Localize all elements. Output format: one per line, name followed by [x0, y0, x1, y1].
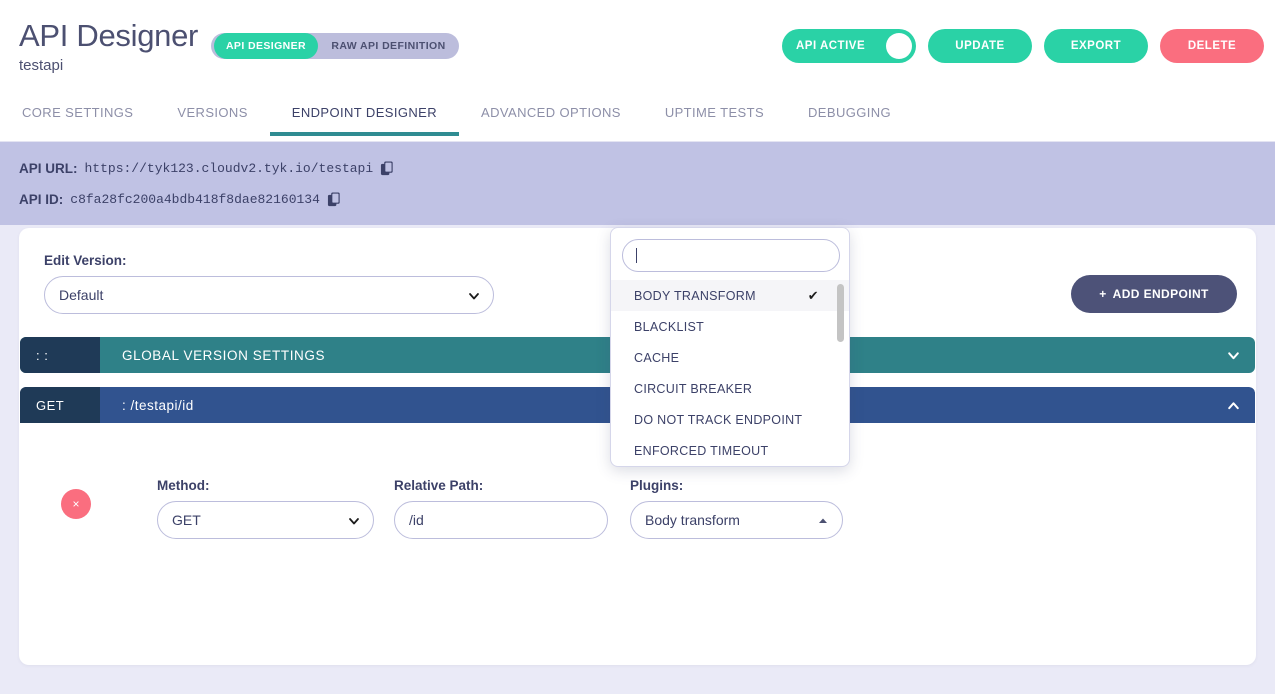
- delete-endpoint-button[interactable]: ×: [61, 489, 91, 519]
- drag-handle-icon[interactable]: : :: [20, 337, 100, 373]
- toggle-knob-icon: [886, 33, 912, 59]
- api-id-value: c8fa28fc200a4bdb418f8dae82160134: [70, 192, 320, 207]
- plugins-select[interactable]: Body transform: [630, 501, 843, 539]
- plugin-search-input[interactable]: [622, 239, 840, 272]
- plugin-option-label: DO NOT TRACK ENDPOINT: [634, 413, 802, 427]
- plugins-label: Plugins:: [630, 478, 843, 493]
- text-cursor-icon: [636, 248, 637, 263]
- api-info-band: API URL: https://tyk123.cloudv2.tyk.io/t…: [0, 142, 1275, 225]
- view-mode-segmented-control: API DESIGNER RAW API DEFINITION: [211, 33, 459, 59]
- copy-icon[interactable]: [327, 192, 342, 207]
- plugin-option-blacklist[interactable]: BLACKLIST: [611, 311, 849, 342]
- export-button[interactable]: EXPORT: [1044, 29, 1148, 63]
- plugin-option-cache[interactable]: CACHE: [611, 342, 849, 373]
- brand: API Designer testapi: [19, 18, 198, 76]
- edit-version-select[interactable]: Default: [44, 276, 494, 314]
- plugin-option-do-not-track-endpoint[interactable]: DO NOT TRACK ENDPOINT: [611, 404, 849, 435]
- method-value: GET: [172, 512, 201, 528]
- tab-advanced-options[interactable]: ADVANCED OPTIONS: [459, 92, 643, 136]
- chevron-down-icon: [468, 289, 480, 301]
- tab-raw-api-definition[interactable]: RAW API DEFINITION: [318, 33, 459, 59]
- chevron-down-icon: [348, 514, 360, 526]
- main-tab-bar: CORE SETTINGS VERSIONS ENDPOINT DESIGNER…: [0, 92, 1275, 142]
- plugin-option-label: ENFORCED TIMEOUT: [634, 444, 768, 458]
- plugin-option-label: BODY TRANSFORM: [634, 289, 756, 303]
- api-url-value: https://tyk123.cloudv2.tyk.io/testapi: [85, 161, 374, 176]
- tab-api-designer[interactable]: API DESIGNER: [214, 33, 318, 59]
- tab-endpoint-designer[interactable]: ENDPOINT DESIGNER: [270, 92, 459, 136]
- api-id-row: API ID: c8fa28fc200a4bdb418f8dae82160134: [19, 192, 342, 207]
- method-field: Method: GET: [157, 478, 374, 539]
- plugin-option-label: CACHE: [634, 351, 679, 365]
- plugin-option-circuit-breaker[interactable]: CIRCUIT BREAKER: [611, 373, 849, 404]
- update-button[interactable]: UPDATE: [928, 29, 1032, 63]
- edit-version-value: Default: [59, 287, 103, 303]
- relative-path-value: /id: [409, 512, 424, 528]
- api-url-label: API URL:: [19, 161, 78, 176]
- plugin-option-enforced-timeout[interactable]: ENFORCED TIMEOUT: [611, 435, 849, 466]
- relative-path-input[interactable]: /id: [394, 501, 608, 539]
- tab-uptime-tests[interactable]: UPTIME TESTS: [643, 92, 786, 136]
- dropdown-scrollbar-thumb[interactable]: [837, 284, 844, 342]
- api-active-toggle[interactable]: API ACTIVE: [782, 29, 916, 63]
- chevron-up-icon[interactable]: [1211, 399, 1255, 412]
- check-icon: ✔: [808, 288, 819, 304]
- tab-core-settings[interactable]: CORE SETTINGS: [0, 92, 155, 136]
- endpoint-method-badge: GET: [20, 387, 100, 423]
- plugins-value: Body transform: [645, 512, 740, 528]
- plugins-field: Plugins: Body transform: [630, 478, 843, 539]
- api-url-row: API URL: https://tyk123.cloudv2.tyk.io/t…: [19, 161, 395, 176]
- plugin-option-body-transform[interactable]: BODY TRANSFORM ✔: [611, 280, 849, 311]
- chevron-up-icon: [817, 514, 829, 526]
- tab-debugging[interactable]: DEBUGGING: [786, 92, 913, 136]
- relative-path-label: Relative Path:: [394, 478, 608, 493]
- delete-button[interactable]: DELETE: [1160, 29, 1264, 63]
- method-label: Method:: [157, 478, 374, 493]
- header-actions: API ACTIVE UPDATE EXPORT DELETE: [782, 29, 1264, 63]
- api-id-label: API ID:: [19, 192, 63, 207]
- plugin-option-list: BODY TRANSFORM ✔ BLACKLIST CACHE CIRCUIT…: [611, 280, 849, 466]
- plugin-option-label: BLACKLIST: [634, 320, 704, 334]
- method-select[interactable]: GET: [157, 501, 374, 539]
- chevron-down-icon[interactable]: [1211, 349, 1255, 362]
- plugin-option-label: CIRCUIT BREAKER: [634, 382, 752, 396]
- app-header: API Designer testapi API DESIGNER RAW AP…: [0, 0, 1275, 92]
- copy-icon[interactable]: [380, 161, 395, 176]
- add-endpoint-label: ADD ENDPOINT: [1113, 287, 1209, 301]
- edit-version-label: Edit Version:: [44, 253, 127, 268]
- tab-versions[interactable]: VERSIONS: [155, 92, 269, 136]
- plugins-dropdown-panel: BODY TRANSFORM ✔ BLACKLIST CACHE CIRCUIT…: [610, 227, 850, 467]
- add-endpoint-button[interactable]: + ADD ENDPOINT: [1071, 275, 1237, 313]
- relative-path-field: Relative Path: /id: [394, 478, 608, 539]
- api-active-label: API ACTIVE: [796, 40, 865, 52]
- plus-icon: +: [1099, 287, 1106, 301]
- page-title: API Designer: [19, 18, 198, 54]
- api-name-subtitle: testapi: [19, 56, 198, 76]
